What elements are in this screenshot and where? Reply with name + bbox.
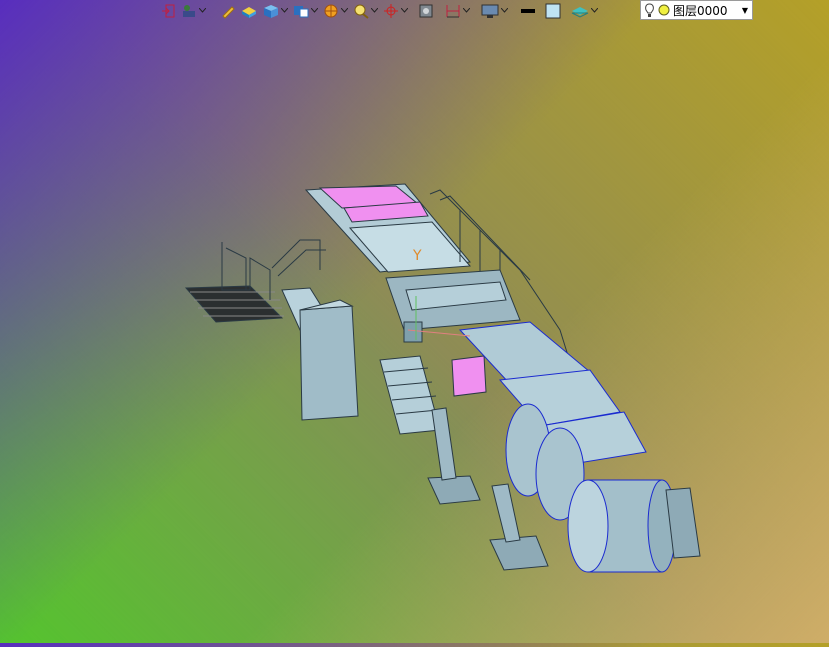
chevron-down-icon	[198, 8, 206, 13]
pink-stack	[451, 355, 487, 397]
layer-icon	[571, 6, 589, 18]
cube-icon	[264, 4, 278, 18]
zoom-area-icon	[354, 4, 369, 19]
layer-color-icon[interactable]	[658, 4, 670, 16]
light-bulb-icon[interactable]	[644, 2, 655, 18]
triad-button[interactable]	[380, 1, 410, 21]
layer-dropdown[interactable]: 图层0000 ▼	[640, 0, 753, 20]
chevron-down-icon	[590, 8, 598, 13]
infeed-belt[interactable]	[348, 221, 472, 273]
assembly-tool-button[interactable]	[178, 1, 208, 21]
layer-button[interactable]	[568, 1, 600, 21]
layer-name: 图层0000	[673, 3, 728, 18]
stacker-stairs[interactable]	[379, 355, 441, 435]
triad-icon	[384, 3, 398, 18]
3d-viewport[interactable]: Y	[0, 0, 829, 643]
line-style-icon	[521, 8, 535, 13]
control-cabinet[interactable]	[299, 305, 359, 421]
dimension-button[interactable]	[442, 1, 472, 21]
axis-y-label: Y	[413, 248, 422, 264]
view-orientation-button[interactable]	[290, 1, 320, 21]
machine-model[interactable]	[0, 0, 829, 643]
pencil-button[interactable]	[218, 1, 238, 21]
chevron-down-icon	[370, 8, 378, 13]
part-color-icon	[242, 6, 256, 18]
chevron-down-icon	[400, 8, 408, 13]
unwind-stand-2[interactable]	[489, 535, 549, 571]
assembly-tool-icon	[183, 4, 195, 17]
cube-button[interactable]	[260, 1, 290, 21]
pencil-icon	[222, 5, 235, 19]
heads-up-toolbar	[158, 0, 600, 21]
chevron-down-icon	[462, 8, 470, 13]
chevron-down-icon	[500, 8, 508, 13]
monitor-icon	[481, 4, 499, 18]
exit-sketch-icon	[162, 4, 175, 17]
part-color-button[interactable]	[238, 1, 260, 21]
render-icon	[419, 4, 433, 17]
fill-color-button[interactable]	[542, 1, 564, 21]
chevron-down-icon	[280, 8, 288, 13]
section-view-icon	[324, 4, 338, 17]
section-view-button[interactable]	[320, 1, 350, 21]
line-style-button[interactable]	[516, 1, 540, 21]
exit-sketch-button[interactable]	[158, 1, 178, 21]
chevron-down-icon	[310, 8, 318, 13]
render-button[interactable]	[416, 1, 436, 21]
monitor-button[interactable]	[478, 1, 510, 21]
fill-color-icon	[545, 3, 561, 18]
zoom-area-button[interactable]	[350, 1, 380, 21]
chevron-down-icon	[340, 8, 348, 13]
unwind-stand-1[interactable]	[427, 475, 481, 505]
dropdown-arrow-icon[interactable]: ▼	[742, 6, 748, 15]
paper-roll-3[interactable]	[567, 479, 609, 573]
view-orientation-icon	[294, 5, 309, 17]
grating-platform[interactable]	[184, 285, 284, 323]
dimension-icon	[446, 4, 460, 17]
